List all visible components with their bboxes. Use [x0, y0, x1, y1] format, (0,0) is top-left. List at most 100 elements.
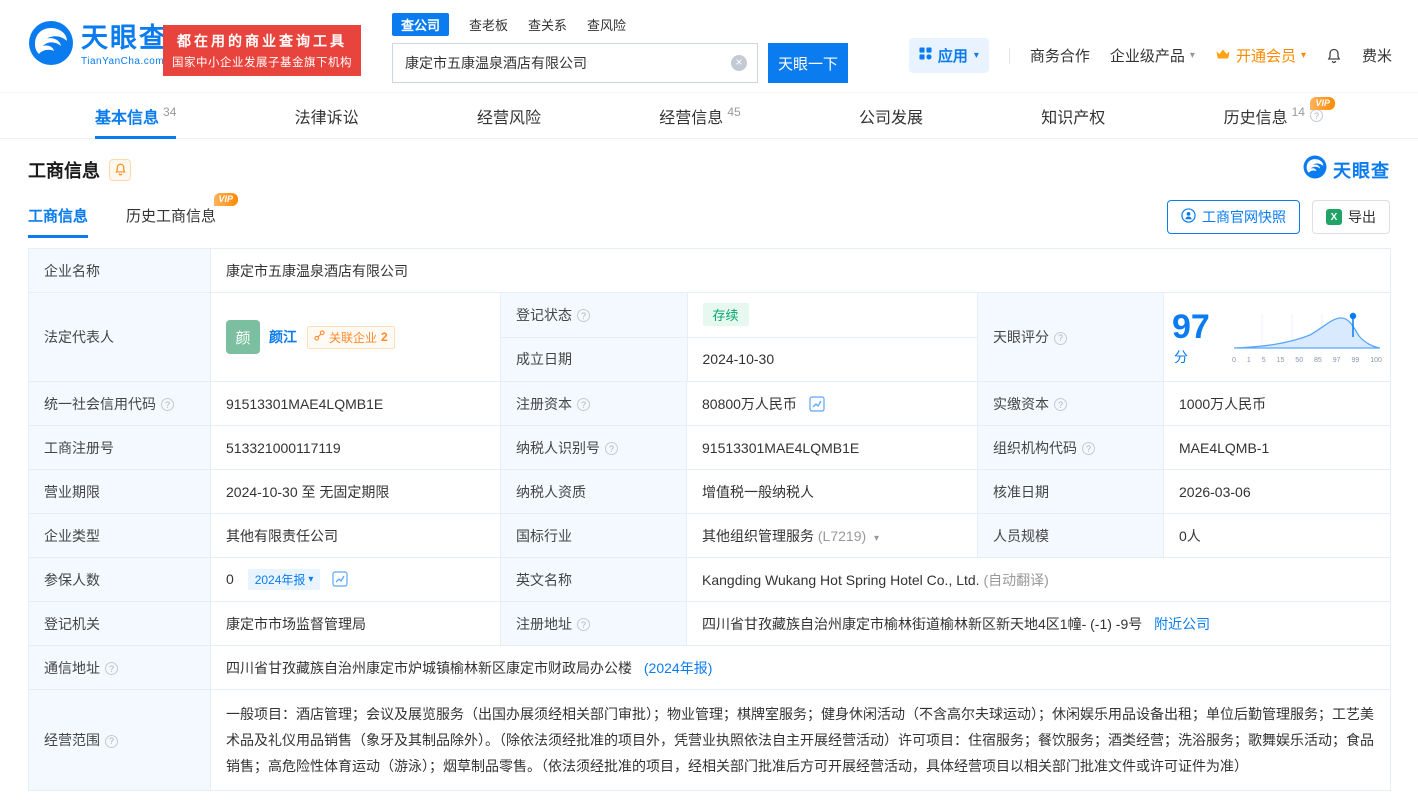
table-row-type-industry: 企业类型 其他有限责任公司 国标行业 其他组织管理服务 (L7219) 人员规模… [28, 513, 1392, 558]
nav-enterprise-products[interactable]: 企业级产品 [1110, 45, 1195, 66]
credit-code-value: 91513301MAE4LQMB1E [210, 381, 501, 426]
clear-icon[interactable] [731, 55, 747, 71]
excel-icon [1326, 209, 1342, 225]
search-tab-risk[interactable]: 查风险 [587, 15, 626, 34]
tianyancha-logo[interactable]: 天眼查 TianYanCha.com [28, 20, 168, 71]
tab-history-info[interactable]: VIP 历史信息 14 [1224, 93, 1335, 138]
legal-rep-name-link[interactable]: 颜江 [269, 327, 297, 347]
related-count: 2 [381, 330, 388, 344]
section-header: 工商信息 天眼查 [28, 155, 1390, 184]
search-type-tabs: 查公司 查老板 查关系 查风险 [392, 13, 848, 36]
status-date-nested-cell: 登记状态 存续 成立日期 2024-10-30 [500, 292, 978, 382]
slogan-badge: 都在用的商业查询工具 国家中小企业发展子基金旗下机构 [163, 25, 361, 76]
snapshot-icon [1181, 208, 1196, 226]
apps-menu-label: 应用 [937, 48, 968, 65]
mail-address-value: 四川省甘孜藏族自治州康定市炉城镇榆林新区康定市财政局办公楼 (2024年报) [209, 645, 1392, 690]
vip-badge: VIP [213, 193, 239, 206]
tab-operating-risk[interactable]: 经营风险 [477, 93, 541, 138]
staff-size-value: 0人 [1162, 513, 1392, 558]
apps-menu[interactable]: 应用 [908, 38, 989, 73]
business-term-value: 2024-10-30 至 无固定期限 [210, 469, 501, 514]
company-name-value: 康定市五康温泉酒店有限公司 [209, 248, 1392, 293]
capital-change-icon[interactable] [809, 395, 825, 412]
search-area: 查公司 查老板 查关系 查风险 天眼一下 [392, 13, 848, 83]
logo-name: 天眼查 [81, 23, 168, 54]
mail-address-annual-report-link[interactable]: (2024年报) [644, 660, 712, 676]
legal-rep-label: 法定代表人 [28, 292, 211, 382]
tianyancha-logo-icon [1303, 155, 1327, 184]
taxpayer-quality-label: 纳税人资质 [500, 469, 687, 514]
chevron-down-icon[interactable] [874, 533, 879, 544]
table-row-legal-rep: 法定代表人 颜 颜江 关联企业 2 登记状态? 存续 成立日期 2024-10-… [28, 292, 1392, 382]
reg-number-value: 513321000117119 [210, 425, 501, 470]
nearby-companies-link[interactable]: 附近公司 [1154, 616, 1210, 632]
help-icon[interactable] [161, 398, 174, 411]
reg-capital-label: 注册资本 [500, 381, 687, 426]
reg-status-label: 登记状态 [501, 293, 688, 338]
table-row-insured-english: 参保人数 0 2024年报 英文名称 Kangding Wukang Hot S… [28, 557, 1392, 602]
insured-trend-icon[interactable] [332, 571, 348, 587]
help-icon[interactable] [577, 398, 590, 411]
insured-value: 0 2024年报 [210, 557, 501, 602]
english-name-label: 英文名称 [500, 557, 687, 602]
export-button[interactable]: 导出 [1312, 200, 1390, 234]
score-value: 97分 [1172, 307, 1210, 365]
search-input-box [392, 43, 758, 83]
annual-report-chip[interactable]: 2024年报 [247, 569, 321, 590]
industry-code: (L7219) [817, 527, 867, 544]
tab-basic-info[interactable]: 基本信息 34 [95, 93, 177, 139]
nav-business-cooperation[interactable]: 商务合作 [1030, 45, 1090, 66]
tianyancha-logo-icon [28, 20, 74, 71]
help-icon[interactable] [1054, 331, 1067, 345]
score-label: 天眼评分 [977, 292, 1164, 382]
mail-address-label: 通信地址 [28, 645, 211, 690]
establish-date-value: 2024-10-30 [702, 351, 775, 368]
help-icon[interactable] [1082, 442, 1095, 455]
reg-number-label: 工商注册号 [28, 425, 211, 470]
help-icon[interactable] [577, 309, 590, 323]
subtab-history-business-info[interactable]: VIP 历史工商信息 [126, 193, 239, 238]
search-tab-boss[interactable]: 查老板 [469, 15, 508, 34]
related-companies-badge[interactable]: 关联企业 2 [307, 325, 395, 349]
search-tab-relation[interactable]: 查关系 [528, 15, 567, 34]
help-icon[interactable] [577, 618, 590, 631]
legal-rep-avatar[interactable]: 颜 [226, 320, 260, 354]
staff-size-label: 人员规模 [977, 513, 1164, 558]
section-watermark-logo: 天眼查 [1303, 155, 1390, 184]
tab-intellectual-property[interactable]: 知识产权 [1041, 93, 1105, 138]
tab-operating-info[interactable]: 经营信息 45 [659, 93, 740, 138]
score-cell: 97分 0 1 5 15 50 85 97 99 100 [1162, 292, 1392, 382]
user-menu[interactable]: 费米 [1362, 45, 1392, 66]
subtab-business-info[interactable]: 工商信息 [28, 205, 89, 238]
link-network-icon [314, 330, 325, 344]
paid-capital-value: 1000万人民币 [1162, 381, 1392, 426]
search-input[interactable] [393, 55, 757, 71]
reg-status-value: 存续 [687, 293, 977, 338]
taxpayer-quality-value: 增值税一般纳税人 [686, 469, 978, 514]
table-row-authority-address: 登记机关 康定市市场监督管理局 注册地址 四川省甘孜藏族自治州康定市榆林街道榆林… [28, 601, 1392, 646]
help-icon[interactable] [105, 734, 118, 748]
company-detail-tabs: 基本信息 34 法律诉讼 经营风险 经营信息 45 公司发展 知识产权 VIP 历史… [0, 92, 1418, 139]
subscribe-bell-icon[interactable] [109, 158, 131, 181]
tab-legal-proceedings[interactable]: 法律诉讼 [295, 93, 359, 138]
help-icon[interactable] [105, 662, 118, 675]
search-button[interactable]: 天眼一下 [768, 43, 848, 83]
status-badge: 存续 [702, 303, 749, 327]
username: 费米 [1361, 48, 1392, 65]
credit-code-label: 统一社会信用代码 [28, 381, 211, 426]
crown-icon [1215, 47, 1231, 64]
help-icon[interactable] [1309, 109, 1323, 122]
help-icon[interactable] [1054, 398, 1067, 411]
tab-company-development[interactable]: 公司发展 [859, 93, 923, 138]
chevron-down-icon [1190, 50, 1195, 61]
approval-date-value: 2026-03-06 [1162, 469, 1392, 514]
top-header: 天眼查 TianYanCha.com 都在用的商业查询工具 国家中小企业发展子基… [0, 0, 1418, 92]
search-tab-company[interactable]: 查公司 [392, 13, 450, 36]
app-grid-icon [919, 47, 932, 64]
business-term-label: 营业期限 [28, 469, 211, 514]
nav-open-vip[interactable]: 开通会员 [1215, 45, 1306, 66]
help-icon[interactable] [605, 442, 618, 455]
official-snapshot-button[interactable]: 工商官网快照 [1167, 200, 1300, 234]
notification-bell-icon[interactable] [1326, 48, 1342, 64]
taxpayer-id-label: 纳税人识别号 [500, 425, 687, 470]
